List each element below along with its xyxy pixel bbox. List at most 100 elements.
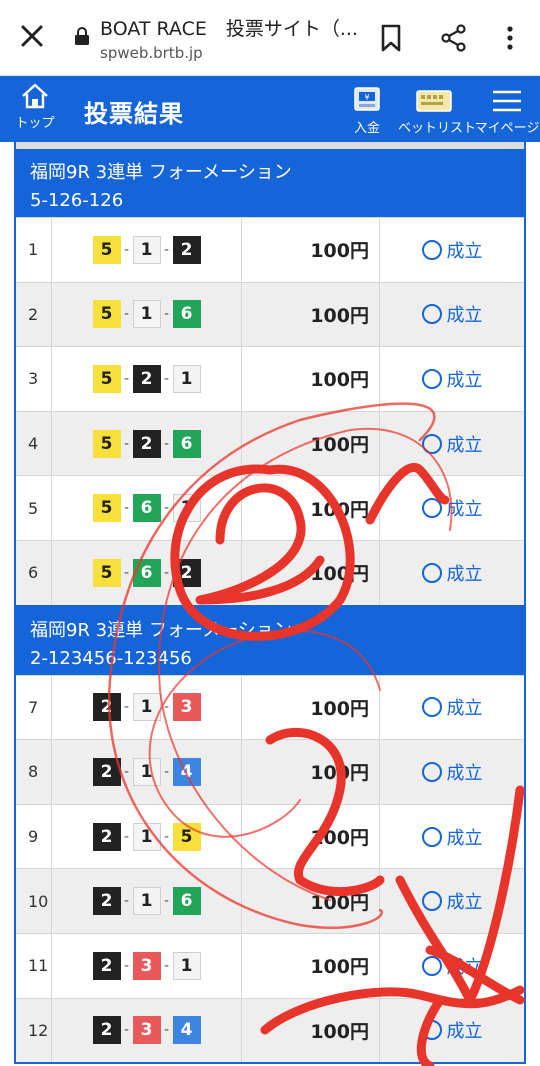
status-label: 成立 — [446, 240, 483, 262]
close-icon[interactable] — [18, 22, 46, 50]
separator: - — [123, 370, 130, 387]
section-header: 福岡9R 3連単 フォーメーション 2-123456-123456 — [16, 606, 524, 675]
separator: - — [123, 306, 130, 323]
boat-number-badge: 2 — [172, 235, 201, 264]
boat-number-badge: 1 — [172, 364, 201, 393]
separator: - — [123, 1022, 130, 1039]
app-header: トップ 投票結果 ¥ 入金 ベットリスト マイページ — [0, 76, 540, 142]
boat-number-badge: 5 — [172, 822, 201, 851]
separator: - — [163, 699, 170, 716]
row-number: 6 — [16, 540, 52, 605]
boat-number-badge: 5 — [92, 494, 121, 523]
more-options-icon[interactable] — [500, 24, 520, 52]
bet-status: 成立 — [380, 869, 524, 933]
section-header: 福岡9R 3連単 フォーメーション 5-126-126 — [16, 149, 524, 217]
bet-status: 成立 — [380, 740, 524, 804]
browser-url[interactable]: spweb.brtb.jp — [100, 44, 203, 62]
combination: 5-2-6 — [52, 411, 242, 476]
boat-number-badge: 2 — [92, 951, 121, 980]
boat-number-badge: 3 — [172, 693, 201, 722]
bookmark-icon[interactable] — [380, 24, 402, 52]
section-subtitle: 2-123456-123456 — [30, 647, 192, 669]
combination: 2-1-6 — [52, 869, 242, 933]
bet-amount: 100円 — [242, 998, 380, 1063]
row-number: 9 — [16, 804, 52, 869]
combination: 2-1-4 — [52, 740, 242, 804]
combination: 2-3-1 — [52, 933, 242, 998]
table-row: 4 5-2-6 100円 成立 — [16, 410, 524, 476]
separator: - — [123, 763, 130, 780]
boat-number-badge: 5 — [92, 364, 121, 393]
boat-number-badge: 2 — [92, 887, 121, 916]
home-icon — [22, 83, 48, 109]
bet-status: 成立 — [380, 541, 524, 605]
status-label: 成立 — [446, 827, 483, 849]
row-number: 10 — [16, 869, 52, 933]
row-number: 3 — [16, 347, 52, 411]
bet-amount: 100円 — [242, 218, 380, 282]
bet-amount: 100円 — [242, 740, 380, 804]
combination: 5-6-1 — [52, 476, 242, 540]
deposit-button[interactable]: ¥ 入金 — [342, 84, 392, 136]
bet-list-button[interactable]: ベットリスト — [398, 84, 476, 136]
boat-number-badge: 2 — [132, 364, 161, 393]
status-label: 成立 — [446, 563, 483, 585]
separator: - — [123, 699, 130, 716]
separator: - — [163, 564, 170, 581]
row-number: 7 — [16, 675, 52, 740]
bet-status: 成立 — [380, 218, 524, 282]
bet-status: 成立 — [380, 805, 524, 869]
boat-number-badge: 5 — [92, 235, 121, 264]
combination: 5-6-2 — [52, 540, 242, 605]
bet-amount: 100円 — [242, 933, 380, 998]
home-label: トップ — [15, 116, 55, 131]
section-subtitle: 5-126-126 — [30, 190, 124, 211]
established-circle-icon — [421, 368, 442, 389]
combination: 2-3-4 — [52, 998, 242, 1063]
table-row: 5 5-6-1 100円 成立 — [16, 475, 524, 540]
status-label: 成立 — [446, 499, 483, 521]
separator: - — [123, 500, 130, 517]
page-title: 投票結果 — [84, 100, 184, 128]
combination: 5-2-1 — [52, 347, 242, 411]
svg-text:¥: ¥ — [364, 93, 369, 102]
home-button[interactable]: トップ — [10, 82, 60, 131]
separator: - — [123, 564, 130, 581]
table-row: 11 2-3-1 100円 成立 — [16, 932, 524, 998]
established-circle-icon — [421, 498, 442, 519]
boat-number-badge: 1 — [132, 887, 161, 916]
divider — [14, 142, 526, 149]
boat-number-badge: 1 — [132, 693, 161, 722]
status-label: 成立 — [446, 892, 483, 914]
boat-number-badge: 6 — [172, 429, 201, 458]
row-number: 11 — [16, 933, 52, 998]
established-circle-icon — [421, 891, 442, 912]
boat-number-badge: 2 — [132, 429, 161, 458]
established-circle-icon — [421, 562, 442, 583]
combination: 2-1-5 — [52, 804, 242, 869]
bet-list-icon — [416, 90, 452, 112]
mypage-button[interactable]: マイページ — [474, 84, 540, 136]
deposit-label: 入金 — [353, 121, 380, 136]
boat-number-badge: 6 — [172, 300, 201, 329]
lock-icon — [75, 27, 89, 45]
established-circle-icon — [421, 304, 442, 325]
share-icon[interactable] — [440, 24, 468, 52]
boat-number-badge: 3 — [132, 1016, 161, 1045]
bet-amount: 100円 — [242, 476, 380, 540]
section-title: 福岡9R 3連単 フォーメーション — [30, 619, 292, 641]
status-label: 成立 — [446, 762, 483, 784]
bet-status: 成立 — [380, 412, 524, 476]
boat-number-badge: 5 — [92, 558, 121, 587]
status-label: 成立 — [446, 434, 483, 456]
established-circle-icon — [421, 955, 442, 976]
table-row: 12 2-3-4 100円 成立 — [16, 997, 524, 1063]
bet-amount: 100円 — [242, 540, 380, 605]
status-label: 成立 — [446, 369, 483, 391]
boat-number-badge: 1 — [172, 951, 201, 980]
table-row: 7 2-1-3 100円 成立 — [16, 674, 524, 740]
boat-number-badge: 1 — [132, 822, 161, 851]
row-number: 4 — [16, 411, 52, 476]
established-circle-icon — [421, 1020, 442, 1041]
boat-number-badge: 5 — [92, 300, 121, 329]
